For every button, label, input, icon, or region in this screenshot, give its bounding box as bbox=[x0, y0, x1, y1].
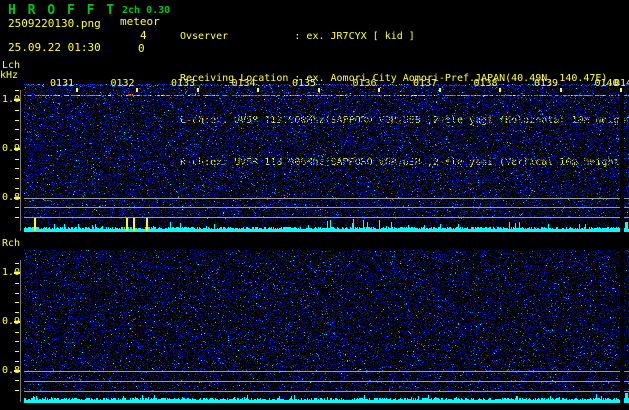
rch-spectrogram-canvas bbox=[24, 250, 629, 410]
time-tick-0134 bbox=[257, 88, 259, 92]
lch-axis-line bbox=[20, 90, 21, 231]
rch-freq-minor-tick bbox=[15, 312, 19, 313]
time-tick-0136 bbox=[378, 88, 380, 92]
time-label-0135: 0135 bbox=[292, 78, 317, 89]
time-tick-0132 bbox=[136, 88, 138, 92]
rch-axis-label: Rch bbox=[2, 238, 21, 249]
lch-freq-minor-tick bbox=[15, 119, 19, 121]
khz-unit-label: kHz bbox=[0, 70, 19, 81]
lch-freq-minor-tick bbox=[15, 90, 19, 92]
lch-freq-major-tick-0.8 bbox=[14, 196, 20, 199]
lch-freq-minor-tick bbox=[15, 187, 19, 189]
time-label-0131: 0131 bbox=[50, 78, 75, 89]
time-label-0133: 0133 bbox=[171, 78, 196, 89]
lch-freq-minor-tick bbox=[15, 178, 19, 179]
lch-freq-major-tick-0.9 bbox=[14, 147, 20, 150]
rch-freq-minor-tick bbox=[15, 360, 19, 362]
hrofft-output-screen: H R O F F T 2ch 0.30 2509220130.png mete… bbox=[0, 0, 629, 410]
lch-freq-minor-tick bbox=[15, 139, 19, 140]
rch-freq-minor-tick bbox=[15, 351, 19, 352]
time-tick-0131 bbox=[75, 88, 78, 92]
rch-freq-minor-tick bbox=[15, 292, 19, 294]
rch-freq-major-tick-0.9 bbox=[14, 320, 20, 323]
lch-freq-minor-tick bbox=[15, 109, 19, 111]
rch-freq-minor-tick bbox=[15, 331, 19, 333]
time-tick-0139 bbox=[559, 88, 562, 92]
lch-spectrogram-canvas bbox=[24, 84, 629, 237]
meteor-count-label: meteor bbox=[120, 15, 160, 28]
lch-freq-minor-tick bbox=[15, 217, 19, 218]
app-title: H R O F F T bbox=[8, 3, 117, 18]
meteor-count-rch: 0 bbox=[138, 42, 145, 55]
lch-freq-major-tick-1.0 bbox=[14, 99, 20, 101]
rch-freq-major-tick-0.8 bbox=[14, 369, 20, 372]
rch-freq-minor-tick bbox=[15, 263, 19, 265]
time-tick-0138 bbox=[499, 88, 501, 92]
rch-freq-minor-tick bbox=[15, 380, 19, 382]
lch-freq-minor-tick bbox=[15, 168, 19, 170]
time-label-0136: 0136 bbox=[352, 78, 377, 89]
output-filename: 2509220130.png bbox=[8, 17, 101, 30]
lch-freq-minor-tick bbox=[15, 129, 19, 131]
rch-axis-line bbox=[20, 260, 21, 402]
time-label-0132: 0132 bbox=[110, 78, 135, 89]
rch-freq-minor-tick bbox=[15, 390, 19, 391]
time-tick-0133 bbox=[196, 88, 199, 92]
rch-freq-minor-tick bbox=[15, 341, 19, 343]
lch-freq-minor-tick bbox=[15, 158, 19, 160]
observer-line: Ovserver : ex. JR7CYX [ kid ] bbox=[180, 31, 415, 42]
rch-freq-major-tick-1.0 bbox=[14, 272, 20, 274]
time-tick-0135 bbox=[317, 88, 320, 92]
observation-timestamp: 25.09.22 01:30 bbox=[8, 41, 101, 54]
time-label-0137: 0137 bbox=[413, 78, 438, 89]
rch-freq-minor-tick bbox=[15, 302, 19, 304]
time-label-partial: 0141 bbox=[614, 78, 629, 89]
meteor-count-lch: 4 bbox=[140, 29, 147, 42]
time-label-0139: 0139 bbox=[534, 78, 559, 89]
time-label-0138: 0138 bbox=[473, 78, 498, 89]
time-label-0134: 0134 bbox=[231, 78, 256, 89]
rch-freq-minor-tick bbox=[15, 282, 19, 284]
time-tick-0137 bbox=[438, 88, 441, 92]
lch-freq-minor-tick bbox=[15, 207, 19, 209]
